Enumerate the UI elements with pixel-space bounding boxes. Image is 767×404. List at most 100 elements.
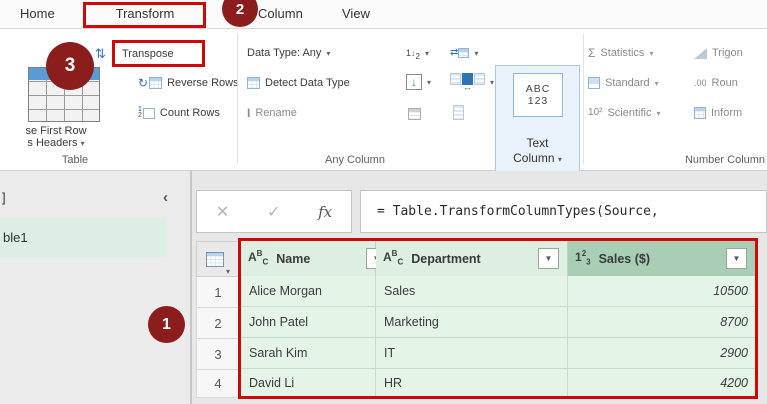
annotation-badge-3: 3 xyxy=(46,42,94,90)
replace-values-icon: 1↓2 xyxy=(406,48,420,58)
ribbon-tab-bar: Home Transform Column View xyxy=(0,0,767,29)
select-all-corner-button[interactable]: ▾ xyxy=(196,241,240,277)
fx-icon[interactable]: fx xyxy=(318,203,332,221)
data-type-label: Data Type: Any xyxy=(247,47,321,59)
scientific-icon: 10² xyxy=(588,108,602,118)
cell-department-4[interactable]: HR xyxy=(376,369,568,396)
rename-icon: I xyxy=(247,107,250,119)
chevron-down-icon: ▾ xyxy=(655,79,659,88)
filter-icon: ▼ xyxy=(733,254,741,263)
information-icon xyxy=(694,107,706,119)
confirm-formula-icon[interactable]: ✓ xyxy=(267,202,280,222)
cell-department-1[interactable]: Sales xyxy=(376,276,568,307)
trigonometry-label: Trigon xyxy=(712,47,743,59)
reverse-rows-button[interactable]: ↻ Reverse Rows xyxy=(138,72,239,94)
column-header-name[interactable]: ABC Name ▼ xyxy=(241,241,376,276)
detect-data-type-button[interactable]: Detect Data Type xyxy=(247,72,350,94)
reverse-rows-label: Reverse Rows xyxy=(167,77,239,89)
query-list-item-selected[interactable]: ble1 xyxy=(0,218,166,257)
move-disabled-icon xyxy=(408,108,421,120)
cell-name-2[interactable]: John Patel xyxy=(241,307,376,338)
use-first-row-as-headers-button[interactable]: se First Row s Headers ▾ xyxy=(0,125,112,149)
move-button[interactable]: ⇄ ▾ xyxy=(450,42,478,64)
convert-to-list-button[interactable] xyxy=(453,101,464,123)
row-header-3[interactable]: 3 xyxy=(196,339,240,370)
collapse-pane-icon[interactable]: ‹ xyxy=(163,189,168,206)
move-icon: ⇄ xyxy=(450,48,469,58)
panel-divider[interactable] xyxy=(190,171,192,404)
transpose-button[interactable]: Transpose xyxy=(122,43,174,65)
tab-transform[interactable]: Transform xyxy=(100,0,190,28)
information-label: Inform xyxy=(711,107,742,119)
formula-input[interactable]: = Table.TransformColumnTypes(Source, xyxy=(360,190,767,233)
fill-button[interactable]: ↓ ▾ xyxy=(406,71,431,93)
standard-button[interactable]: Standard ▾ xyxy=(588,72,659,94)
number-type-icon: 123 xyxy=(575,250,591,266)
formula-text: = Table.TransformColumnTypes(Source, xyxy=(377,204,659,219)
group-divider xyxy=(583,34,584,164)
count-rows-icon: 12 xyxy=(138,107,155,119)
column-header-department[interactable]: ABC Department ▼ xyxy=(376,241,568,276)
scientific-label: Scientific xyxy=(607,107,651,119)
chevron-down-icon: ▾ xyxy=(425,49,429,58)
row-header-1[interactable]: 1 xyxy=(196,277,240,308)
transpose-label: Transpose xyxy=(122,48,174,60)
cancel-formula-icon[interactable]: ✕ xyxy=(216,202,229,222)
chevron-down-icon: ▾ xyxy=(226,267,230,276)
statistics-button[interactable]: Σ Statistics ▾ xyxy=(588,42,653,64)
text-column-icon: ABC 123 xyxy=(513,73,563,117)
text-type-icon: ABC xyxy=(248,250,268,266)
replace-values-button[interactable]: 1↓2 ▾ xyxy=(406,42,429,64)
chevron-down-icon: ▾ xyxy=(490,78,494,87)
cell-name-3[interactable]: Sarah Kim xyxy=(241,338,376,369)
filter-icon: ▼ xyxy=(545,254,553,263)
text-column-label-line1: Text xyxy=(496,136,579,150)
column-header-label: Sales ($) xyxy=(599,252,650,266)
row-header-4[interactable]: 4 xyxy=(196,370,240,398)
data-type-button[interactable]: Data Type: Any ▾ xyxy=(247,42,330,64)
use-first-row-label-line2: s Headers xyxy=(27,137,77,149)
cell-sales-3[interactable]: 2900 xyxy=(568,338,756,369)
tab-home[interactable]: Home xyxy=(14,0,61,28)
queries-panel-header: ] xyxy=(2,190,6,205)
formula-bar-buttons: ✕ ✓ fx xyxy=(196,190,352,233)
trigonometry-button[interactable]: Trigon xyxy=(694,42,743,64)
column-header-label: Name xyxy=(276,252,310,266)
transpose-icon: ⇅ xyxy=(95,42,106,64)
standard-operations-icon xyxy=(588,77,600,89)
power-query-editor-window: Home Transform Column View se First Row … xyxy=(0,0,767,404)
cell-sales-4[interactable]: 4200 xyxy=(568,369,756,396)
cell-department-3[interactable]: IT xyxy=(376,338,568,369)
cell-name-4[interactable]: David Li xyxy=(241,369,376,396)
use-first-row-label-line1: se First Row xyxy=(0,125,112,137)
filter-dropdown-button[interactable]: ▼ xyxy=(726,248,747,269)
cell-name-1[interactable]: Alice Morgan xyxy=(241,276,376,307)
cell-sales-2[interactable]: 8700 xyxy=(568,307,756,338)
statistics-icon: Σ xyxy=(588,47,595,59)
text-type-icon: ABC xyxy=(383,250,403,266)
table-corner-icon xyxy=(206,252,224,267)
chevron-down-icon: ▾ xyxy=(427,78,431,87)
rounding-label: Roun xyxy=(712,77,738,89)
information-button[interactable]: Inform xyxy=(694,102,742,124)
text-column-label-line2: Column xyxy=(513,151,554,165)
rename-button[interactable]: I Rename xyxy=(247,102,297,124)
tab-add-column[interactable]: Column xyxy=(252,0,309,28)
rounding-button[interactable]: .00 Roun xyxy=(694,72,738,94)
column-header-sales[interactable]: 123 Sales ($) ▼ xyxy=(568,241,756,276)
detect-data-type-icon xyxy=(247,77,260,89)
convert-to-list-icon xyxy=(453,105,464,120)
group-divider xyxy=(237,34,238,164)
pivot-column-button[interactable]: ↔ ▾ xyxy=(450,71,494,93)
cell-sales-1[interactable]: 10500 xyxy=(568,276,756,307)
count-rows-button[interactable]: 12 Count Rows xyxy=(138,102,220,124)
trigonometry-icon xyxy=(694,48,707,59)
row-header-2[interactable]: 2 xyxy=(196,308,240,339)
tab-view[interactable]: View xyxy=(336,0,376,28)
cell-department-2[interactable]: Marketing xyxy=(376,307,568,338)
filter-dropdown-button[interactable]: ▼ xyxy=(538,248,559,269)
chevron-down-icon: ▾ xyxy=(649,49,653,58)
scientific-button[interactable]: 10² Scientific ▾ xyxy=(588,102,661,124)
standard-label: Standard xyxy=(605,77,650,89)
move-disabled-button[interactable] xyxy=(408,103,421,125)
